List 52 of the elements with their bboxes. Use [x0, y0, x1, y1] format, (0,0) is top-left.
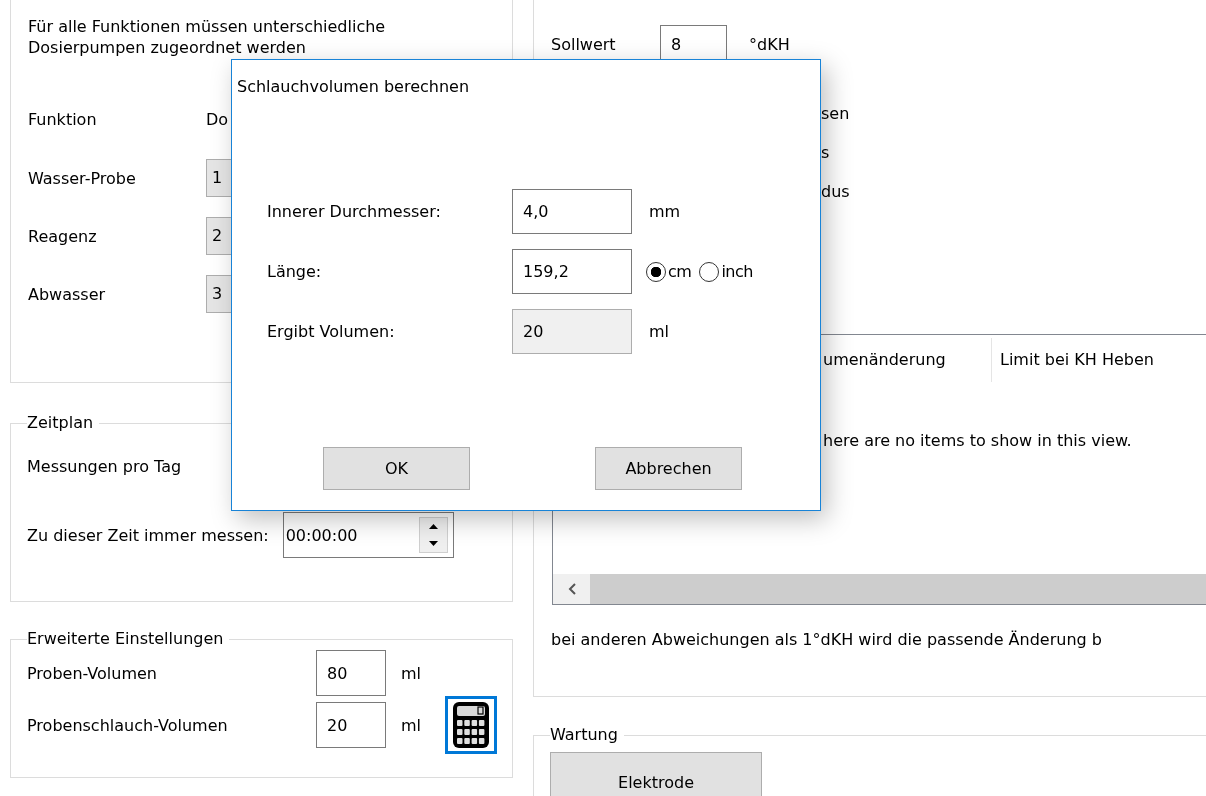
- time-field[interactable]: 00:00:00: [282, 512, 454, 558]
- field-label: Messungen pro Tag: [27, 456, 182, 478]
- volume-field[interactable]: 80: [316, 650, 386, 696]
- unit-label: mm: [649, 202, 681, 221]
- column-label: Funktion: [28, 109, 98, 131]
- unit-radio[interactable]: cm: [646, 261, 692, 282]
- value-field[interactable]: 159,2: [512, 249, 632, 294]
- result-field[interactable]: 20: [512, 309, 632, 354]
- pump-dropdown[interactable]: 2: [206, 217, 232, 255]
- function-label: Reagenz: [28, 226, 98, 246]
- instruction-text: Für alle Funktionen müssen unterschiedliche Dosierpumpen zugeordnet werden: [28, 16, 387, 58]
- hint-text: bei anderen Abweichungen als 1°dKH wird die passende Änderung b: [551, 629, 1103, 651]
- calculator-button[interactable]: [445, 696, 497, 754]
- up-arrow-icon: [428, 524, 438, 529]
- volume-field[interactable]: 20: [316, 702, 386, 748]
- field-label: Sollwert: [551, 34, 617, 54]
- field-label: Probenschlauch-Volumen: [27, 715, 229, 735]
- option-label: dus: [821, 181, 851, 203]
- dialog-button[interactable]: OK: [323, 447, 470, 490]
- function-label: Wasser-Probe: [28, 168, 137, 188]
- unit-label: ml: [649, 322, 670, 341]
- group-title: Wartung: [550, 724, 619, 746]
- dialog-button[interactable]: Abbrechen: [595, 447, 742, 490]
- field-label: Zu dieser Zeit immer messen:: [27, 525, 269, 545]
- field-label: Länge:: [267, 262, 323, 281]
- down-arrow-icon: [428, 541, 438, 546]
- field-label: Innerer Durchmesser:: [267, 202, 442, 221]
- unit-label: ml: [401, 715, 423, 735]
- unit-radio[interactable]: inch: [699, 261, 753, 282]
- field-label: Proben-Volumen: [27, 663, 158, 683]
- option-label: s: [821, 142, 831, 164]
- group-title: Erweiterte Einstellungen: [27, 628, 225, 650]
- horizontal-scrollbar[interactable]: [553, 574, 1206, 604]
- field-label: Ergibt Volumen:: [267, 322, 396, 341]
- pump-dropdown[interactable]: 3: [206, 275, 232, 313]
- empty-message: here are no items to show in this view.: [823, 430, 1132, 452]
- value-field[interactable]: 4,0: [512, 189, 632, 234]
- unit-label: °dKH: [749, 34, 790, 54]
- unit-label: ml: [401, 663, 423, 683]
- column-header[interactable]: umenänderung: [823, 338, 992, 382]
- column-label: Do: [206, 109, 230, 131]
- calculator-icon: [451, 701, 491, 749]
- option-label: sen: [821, 103, 851, 125]
- spin-buttons[interactable]: [418, 517, 448, 553]
- group-title: Zeitplan: [27, 412, 95, 434]
- radio-button[interactable]: [699, 261, 720, 282]
- function-label: Abwasser: [28, 284, 107, 304]
- dialog-title: Schlauchvolumen berechnen: [236, 76, 471, 98]
- radio-button[interactable]: [646, 261, 666, 282]
- column-header[interactable]: Limit bei KH Heben: [992, 338, 1166, 382]
- maintenance-button[interactable]: Elektrode: [550, 752, 762, 796]
- pump-dropdown[interactable]: 1: [206, 159, 232, 197]
